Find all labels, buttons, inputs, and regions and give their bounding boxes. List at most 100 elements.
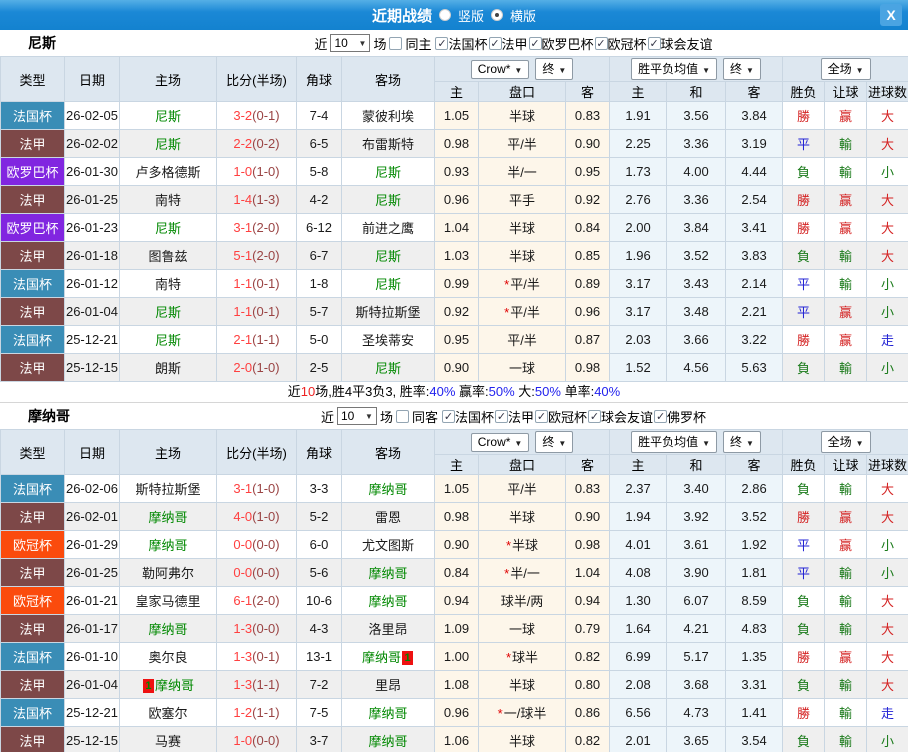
vertical-layout-label[interactable]: 竖版 — [458, 6, 484, 25]
odds-source-dropdown[interactable]: Crow* ▼ — [470, 60, 530, 79]
result-wdl: 負 — [782, 353, 826, 382]
league-filter-checkbox[interactable]: ✓ — [588, 409, 602, 423]
caret-down-icon: ▼ — [514, 439, 523, 448]
odds-final-dropdown[interactable]: 终 ▼ — [535, 58, 574, 80]
team-name-text: 摩纳哥 — [148, 538, 188, 553]
league-filter-label[interactable]: 法甲 — [502, 34, 528, 53]
fulltime-score: 1-0 — [233, 733, 253, 748]
league-filter-label[interactable]: 欧冠杯 — [548, 407, 587, 426]
away-team: 摩纳哥 1 — [341, 642, 435, 671]
same-venue-label[interactable]: 同主 — [405, 34, 431, 53]
corner-score: 7-4 — [296, 101, 342, 130]
league-filter-label[interactable]: 球会友谊 — [661, 34, 713, 53]
avg-odds-dropdown[interactable]: 胜平负均值 ▼ — [631, 431, 718, 453]
league-filter-label[interactable]: 法甲 — [508, 407, 534, 426]
league-filter-checkbox[interactable]: ✓ — [647, 36, 661, 50]
avg-odds-dropdown[interactable]: 胜平负均值 ▼ — [631, 58, 718, 80]
league-filter-label[interactable]: 球会友谊 — [601, 407, 653, 426]
result-wdl: 勝 — [782, 185, 826, 214]
avg-home: 2.01 — [609, 726, 668, 752]
score: 4-0(1-0) — [216, 502, 297, 531]
vertical-layout-radio[interactable] — [438, 9, 451, 21]
odds-final-value: 终 — [542, 62, 555, 76]
away-odds: 0.87 — [564, 325, 611, 354]
match-date: 26-01-17 — [64, 614, 120, 643]
away-odds: 0.92 — [564, 185, 611, 214]
summary-text: 40% — [594, 384, 621, 399]
avg-away: 4.83 — [725, 614, 784, 643]
same-venue-label[interactable]: 同客 — [412, 407, 438, 426]
league-filter-checkbox[interactable]: ✓ — [495, 409, 508, 423]
league-type-badge: 法甲 — [0, 614, 65, 643]
halftime-score: (1-0) — [252, 481, 280, 496]
league-filter-checkbox[interactable]: ✓ — [441, 409, 455, 423]
close-button[interactable]: X — [880, 4, 902, 26]
avg-final-dropdown[interactable]: 终 ▼ — [723, 431, 761, 453]
score: 0-0(0-0) — [216, 530, 297, 559]
check-icon: ✓ — [536, 410, 547, 423]
sub-header-handicap: 盘口 — [478, 454, 566, 475]
league-filter-checkbox[interactable]: ✓ — [594, 36, 608, 50]
same-venue-checkbox[interactable] — [395, 409, 409, 423]
sub-header-home-odds: 主 — [434, 81, 479, 102]
horizontal-layout-radio[interactable] — [491, 9, 503, 21]
halftime-score: (0-1) — [252, 108, 280, 123]
avg-away: 2.14 — [725, 269, 784, 298]
result-handicap: 赢 — [824, 213, 868, 242]
same-venue-checkbox[interactable] — [389, 36, 403, 50]
handicap: 一球 — [478, 353, 566, 382]
league-filter-label[interactable]: 法国杯 — [455, 407, 494, 426]
near-label: 近 — [314, 36, 328, 52]
home-odds: 0.93 — [434, 157, 479, 186]
league-filter-checkbox[interactable]: ✓ — [488, 36, 502, 50]
league-type-badge: 法甲 — [0, 502, 65, 531]
scope-dropdown[interactable]: 全场 ▼ — [820, 431, 871, 453]
odds-final-dropdown[interactable]: 终 ▼ — [535, 431, 574, 453]
score: 2-2(0-2) — [216, 129, 297, 158]
match-row: 法甲 25-12-15 朗斯 2-0(1-0) 2-5 尼斯 0.90 一球 0.98 1.52 4… — [0, 353, 908, 382]
match-count-select[interactable]: 10 ▼ — [330, 34, 371, 52]
odds-source-dropdown[interactable]: Crow* ▼ — [470, 433, 530, 452]
league-filter-checkbox[interactable]: ✓ — [654, 409, 668, 423]
avg-final-dropdown[interactable]: 终 ▼ — [723, 58, 761, 80]
league-type-badge: 欧罗巴杯 — [0, 157, 65, 186]
league-filter-label[interactable]: 欧罗巴杯 — [542, 34, 594, 53]
league-filter-checkbox[interactable]: ✓ — [535, 409, 549, 423]
handicap: *平/半 — [478, 297, 566, 326]
league-type-badge: 法国杯 — [0, 101, 65, 130]
handicap: 平/半 — [478, 474, 566, 503]
match-row: 法甲 26-02-02 尼斯 2-2(0-2) 6-5 布雷斯特 0.98 平/半 0.90 2.… — [0, 129, 908, 158]
avg-draw: 3.52 — [666, 241, 727, 270]
away-team: 蒙彼利埃 — [341, 101, 435, 130]
summary-text: 单率: — [560, 384, 595, 399]
avg-home: 1.52 — [609, 353, 668, 382]
halftime-score: (0-0) — [252, 537, 280, 552]
summary-text: 近 — [287, 384, 301, 399]
league-filter-group: ✓ 法国杯 ✓ 法甲 ✓ 欧罗巴杯 ✓ 欧冠杯 ✓ 球会友谊 — [435, 34, 713, 53]
home-team: 朗斯 — [119, 353, 217, 382]
league-filter-label[interactable]: 法国杯 — [448, 34, 487, 53]
result-goals: 小 — [866, 269, 908, 298]
away-odds: 0.82 — [564, 726, 611, 752]
halftime-score: (1-1) — [252, 705, 280, 720]
result-goals: 小 — [866, 530, 908, 559]
sub-header-wdl: 胜负 — [782, 81, 826, 102]
corner-score: 13-1 — [296, 642, 342, 671]
result-handicap: 赢 — [824, 297, 868, 326]
avg-draw: 3.40 — [666, 474, 727, 503]
avg-draw: 3.84 — [666, 213, 727, 242]
away-team: 尼斯 — [341, 185, 435, 214]
result-goals: 大 — [866, 670, 908, 699]
handicap: 半球 — [478, 670, 566, 699]
league-filter-checkbox[interactable]: ✓ — [528, 36, 542, 50]
handicap: *平/半 — [478, 269, 566, 298]
scope-dropdown[interactable]: 全场 ▼ — [820, 58, 871, 80]
match-count-select[interactable]: 10 ▼ — [336, 407, 377, 425]
league-filter-label[interactable]: 欧冠杯 — [608, 34, 647, 53]
near-label: 近 — [320, 409, 334, 425]
avg-away: 3.83 — [725, 241, 784, 270]
league-filter-label[interactable]: 佛罗杯 — [667, 407, 706, 426]
scope-value: 全场 — [827, 62, 852, 76]
league-filter-checkbox[interactable]: ✓ — [435, 36, 449, 50]
horizontal-layout-label[interactable]: 横版 — [510, 6, 536, 25]
